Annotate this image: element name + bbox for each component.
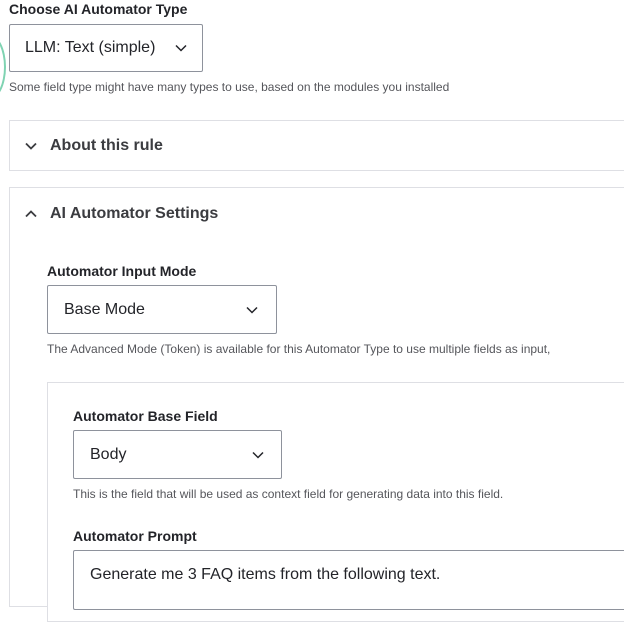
input-mode-label: Automator Input Mode: [47, 263, 197, 279]
base-field-description: This is the field that will be used as c…: [73, 487, 504, 501]
automator-settings-summary-label: AI Automator Settings: [50, 205, 219, 222]
chevron-up-icon: [25, 210, 37, 218]
base-field-label: Automator Base Field: [73, 408, 218, 424]
automator-type-selected-value: LLM: Text (simple): [25, 39, 156, 56]
prompt-textarea[interactable]: Generate me 3 FAQ items from the followi…: [73, 550, 624, 610]
automator-type-select[interactable]: LLM: Text (simple): [9, 24, 203, 72]
chevron-down-icon: [252, 451, 264, 459]
about-rule-panel: About this rule: [9, 120, 624, 171]
automator-type-description: Some field type might have many types to…: [9, 80, 450, 94]
about-rule-summary[interactable]: About this rule: [24, 137, 163, 155]
input-mode-description: The Advanced Mode (Token) is available f…: [47, 342, 551, 356]
automator-settings-summary[interactable]: AI Automator Settings: [24, 205, 218, 223]
about-rule-summary-label: About this rule: [50, 137, 163, 154]
base-field-selected-value: Body: [90, 445, 127, 463]
input-mode-selected-value: Base Mode: [64, 300, 145, 318]
prompt-label: Automator Prompt: [73, 528, 197, 544]
base-field-select[interactable]: Body: [73, 430, 282, 479]
input-mode-select[interactable]: Base Mode: [47, 285, 277, 334]
prompt-text-line: Generate me 3 FAQ items from the followi…: [90, 566, 441, 583]
chevron-down-icon: [246, 306, 258, 314]
chevron-down-icon: [25, 142, 37, 150]
chevron-down-icon: [175, 44, 187, 52]
focus-indicator: [0, 34, 6, 100]
automator-type-label: Choose AI Automator Type: [9, 1, 188, 17]
